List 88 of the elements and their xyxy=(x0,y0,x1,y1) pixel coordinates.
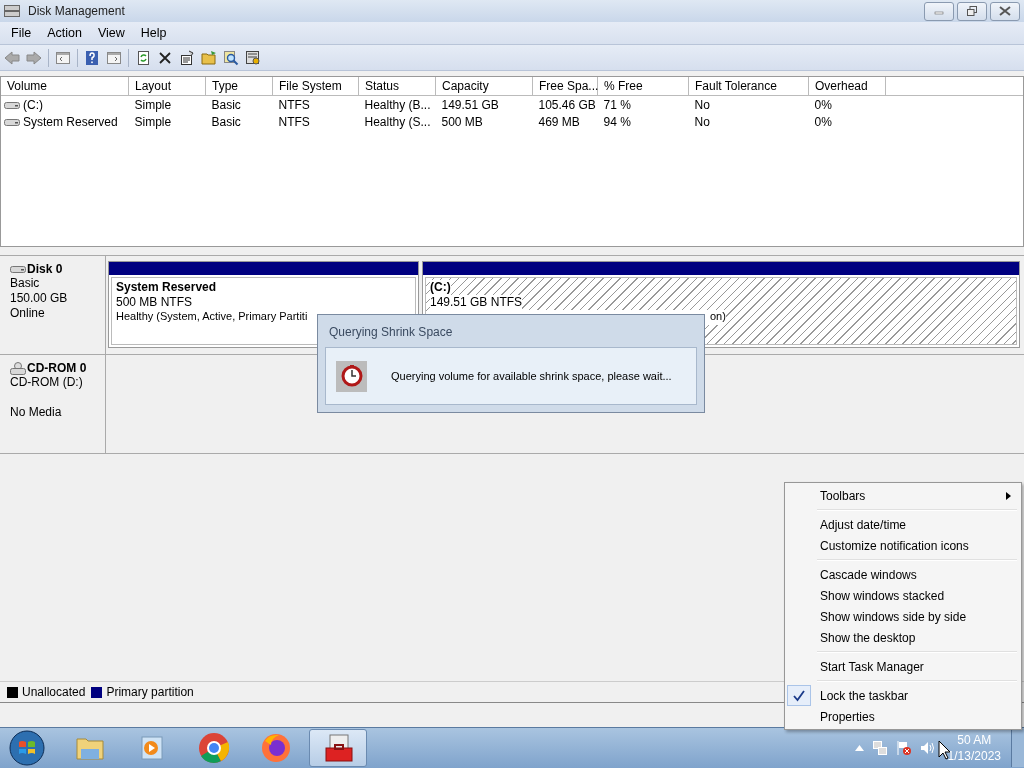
forward-icon[interactable] xyxy=(26,49,42,66)
menu-item[interactable]: Action xyxy=(39,26,90,40)
table-cell-text: 500 MB xyxy=(440,113,484,130)
magnifier-icon[interactable] xyxy=(223,49,239,66)
table-cell: System Reserved xyxy=(23,114,118,129)
partition-title: (C:) xyxy=(430,280,451,295)
table-cell: Basic xyxy=(205,95,273,113)
disk-info: Basic xyxy=(10,276,41,291)
network-icon[interactable] xyxy=(871,740,888,756)
menu-item[interactable]: Customize notification icons xyxy=(787,535,1019,556)
disk-name: CD-ROM 0 xyxy=(27,361,87,375)
menu-item[interactable]: Show windows side by side xyxy=(787,606,1019,627)
restore-button[interactable] xyxy=(957,1,987,21)
table-cell: 71 % xyxy=(597,95,689,113)
folder-icon[interactable] xyxy=(201,49,217,66)
menu-item[interactable]: Show windows stacked xyxy=(787,585,1019,606)
menu-item[interactable]: File xyxy=(3,26,40,40)
panel-icon[interactable] xyxy=(106,49,122,66)
menu-item[interactable]: Show the desktop xyxy=(787,627,1019,648)
table-cell: 0% xyxy=(808,95,886,113)
restore-icon xyxy=(967,6,977,16)
table-cell: No xyxy=(688,95,809,113)
menu-item[interactable]: Cascade windows xyxy=(787,564,1019,585)
disk-info: Online xyxy=(10,306,46,321)
column-header[interactable]: % Free xyxy=(597,77,689,96)
back-icon[interactable] xyxy=(4,49,20,66)
delete-icon[interactable] xyxy=(157,49,173,66)
app-icon xyxy=(4,4,20,18)
taskbar-button[interactable] xyxy=(309,729,367,767)
column-header[interactable]: Capacity xyxy=(435,77,533,96)
column-header[interactable]: Layout xyxy=(128,77,206,96)
show-desktop-button[interactable] xyxy=(1011,729,1024,767)
disk-info: CD-ROM (D:) xyxy=(10,375,84,390)
partition-status: Healthy (System, Active, Primary Partiti xyxy=(116,310,309,324)
table-cell-text: 469 MB xyxy=(537,113,581,130)
disk-info: No Media xyxy=(10,405,63,420)
table-cell-text: 0% xyxy=(813,113,833,130)
close-button[interactable] xyxy=(990,1,1020,21)
partition-size: 149.51 GB NTFS xyxy=(430,295,523,310)
menu-item[interactable]: Adjust date/time xyxy=(787,514,1019,535)
browser-icon xyxy=(197,731,231,765)
column-header[interactable]: Overhead xyxy=(808,77,886,96)
speaker-icon[interactable] xyxy=(919,740,936,756)
refresh-icon[interactable] xyxy=(135,49,151,66)
cd-drive-icon xyxy=(10,361,27,375)
menu-item[interactable]: Lock the taskbar xyxy=(787,685,1019,706)
table-cell-text: 94 % xyxy=(602,113,632,130)
window-title: Disk Management xyxy=(28,4,125,18)
menu-item[interactable]: Start Task Manager xyxy=(787,656,1019,677)
settings-icon[interactable] xyxy=(245,49,261,66)
drive-icon xyxy=(4,117,20,128)
column-header[interactable]: Volume xyxy=(1,77,129,96)
table-cell-text: No xyxy=(693,113,711,130)
menu-item[interactable]: Help xyxy=(132,26,175,40)
legend-label: Unallocated xyxy=(22,685,86,699)
column-header[interactable]: Fault Tolerance xyxy=(688,77,809,96)
menu-item[interactable]: View xyxy=(89,26,133,40)
table-cell: Healthy (B... xyxy=(358,95,436,113)
partition-title: System Reserved xyxy=(116,280,218,295)
close-icon xyxy=(999,6,1011,16)
clock-icon xyxy=(340,365,363,387)
disk-info: 150.00 GB xyxy=(10,291,69,306)
dialog-message: Querying volume for available shrink space, please wait... xyxy=(391,370,672,382)
table-cell: (C:) xyxy=(23,97,43,112)
partition-size: 500 MB NTFS xyxy=(116,295,194,310)
column-header[interactable]: File System xyxy=(272,77,359,96)
browser-icon xyxy=(259,731,293,765)
column-header[interactable]: Type xyxy=(205,77,273,96)
help-icon[interactable] xyxy=(84,49,100,66)
table-cell: NTFS xyxy=(272,95,359,113)
column-header[interactable]: Status xyxy=(358,77,436,96)
table-cell: 149.51 GB xyxy=(435,95,533,113)
start-button[interactable] xyxy=(8,729,46,767)
column-header[interactable]: Free Spa... xyxy=(532,77,598,96)
up-arrow-icon[interactable] xyxy=(854,745,864,751)
table-cell-text: Basic xyxy=(210,113,242,130)
panel-icon[interactable] xyxy=(55,49,71,66)
flag-icon[interactable] xyxy=(895,740,912,756)
table-cell: Simple xyxy=(128,95,206,113)
table-cell-text: Healthy (S... xyxy=(363,113,432,130)
legend-label: Primary partition xyxy=(106,685,194,699)
menu-item[interactable]: Toolbars xyxy=(787,485,1019,506)
menu-item[interactable]: Properties xyxy=(787,706,1019,727)
disk-name: Disk 0 xyxy=(27,262,63,276)
table-cell-text: NTFS xyxy=(277,113,311,130)
table-cell-text: Simple xyxy=(133,113,173,130)
drive-icon xyxy=(4,100,20,111)
table-cell: 105.46 GB xyxy=(532,95,598,113)
